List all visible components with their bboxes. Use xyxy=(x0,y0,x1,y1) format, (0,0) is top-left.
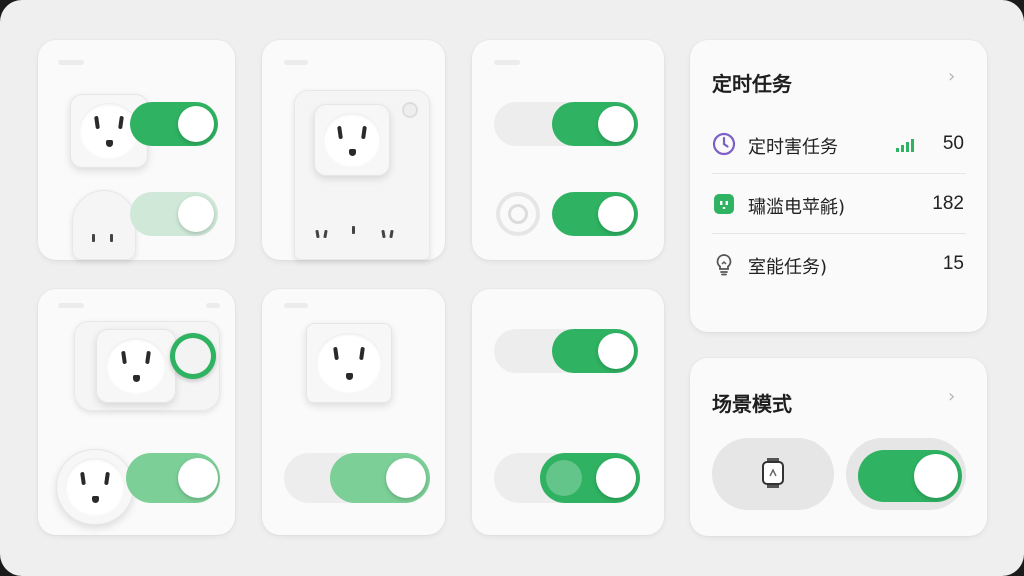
outlet-icon xyxy=(314,104,390,176)
row-label: 璛滥电苹毹) xyxy=(748,197,846,218)
row-label: 定时害任务 xyxy=(748,137,838,158)
power-toggle-2[interactable] xyxy=(130,192,218,236)
outlet-icon xyxy=(96,329,176,403)
card-handle xyxy=(206,303,220,308)
device-card-1[interactable] xyxy=(38,40,235,260)
power-button-icon[interactable] xyxy=(170,333,216,379)
device-card-6[interactable] xyxy=(472,289,664,535)
card-handle xyxy=(494,60,520,65)
power-toggle-1[interactable] xyxy=(130,102,218,146)
socket-face-icon xyxy=(714,194,734,214)
clock-icon xyxy=(712,132,736,156)
card-handle xyxy=(58,303,84,308)
power-icon xyxy=(496,192,540,236)
row-value: 50 xyxy=(942,133,964,154)
row-label: 室能任务) xyxy=(748,257,828,278)
divider xyxy=(712,173,966,174)
device-card-5[interactable] xyxy=(262,289,445,535)
scene-title: 场景模式 xyxy=(712,392,792,416)
outlet-icon xyxy=(306,323,392,403)
outlet-strip-icon xyxy=(72,190,136,260)
power-toggle-7[interactable] xyxy=(552,329,638,373)
device-card-3[interactable] xyxy=(472,40,664,260)
schedule-title: 定时任务 xyxy=(712,72,792,96)
smartwatch-icon xyxy=(762,458,784,488)
schedule-panel: 定时任务 › 定时害任务 50 璛滥电苹毹) 182 室能任务) 15 xyxy=(690,40,987,332)
power-toggle-8[interactable] xyxy=(540,453,640,503)
power-toggle-6[interactable] xyxy=(330,453,430,503)
power-toggle-3[interactable] xyxy=(552,102,638,146)
outlet-icon xyxy=(56,449,134,525)
card-handle xyxy=(284,60,308,65)
row-value: 182 xyxy=(932,193,964,214)
app-screen: 定时任务 › 定时害任务 50 璛滥电苹毹) 182 室能任务) 15 场景模式… xyxy=(0,0,1024,576)
power-toggle-4[interactable] xyxy=(552,192,638,236)
chevron-right-icon[interactable]: › xyxy=(948,386,955,407)
lightbulb-icon xyxy=(716,254,732,276)
card-handle xyxy=(58,60,84,65)
scene-watch-button[interactable] xyxy=(712,438,834,510)
device-card-4[interactable] xyxy=(38,289,235,535)
row-value: 15 xyxy=(942,253,964,274)
divider xyxy=(712,233,966,234)
scene-toggle[interactable] xyxy=(858,450,962,502)
signal-icon xyxy=(896,139,914,152)
power-toggle-5[interactable] xyxy=(126,453,220,503)
chevron-right-icon[interactable]: › xyxy=(948,66,955,87)
card-handle xyxy=(284,303,308,308)
scene-panel: 场景模式 › xyxy=(690,358,987,536)
device-card-2[interactable] xyxy=(262,40,445,260)
